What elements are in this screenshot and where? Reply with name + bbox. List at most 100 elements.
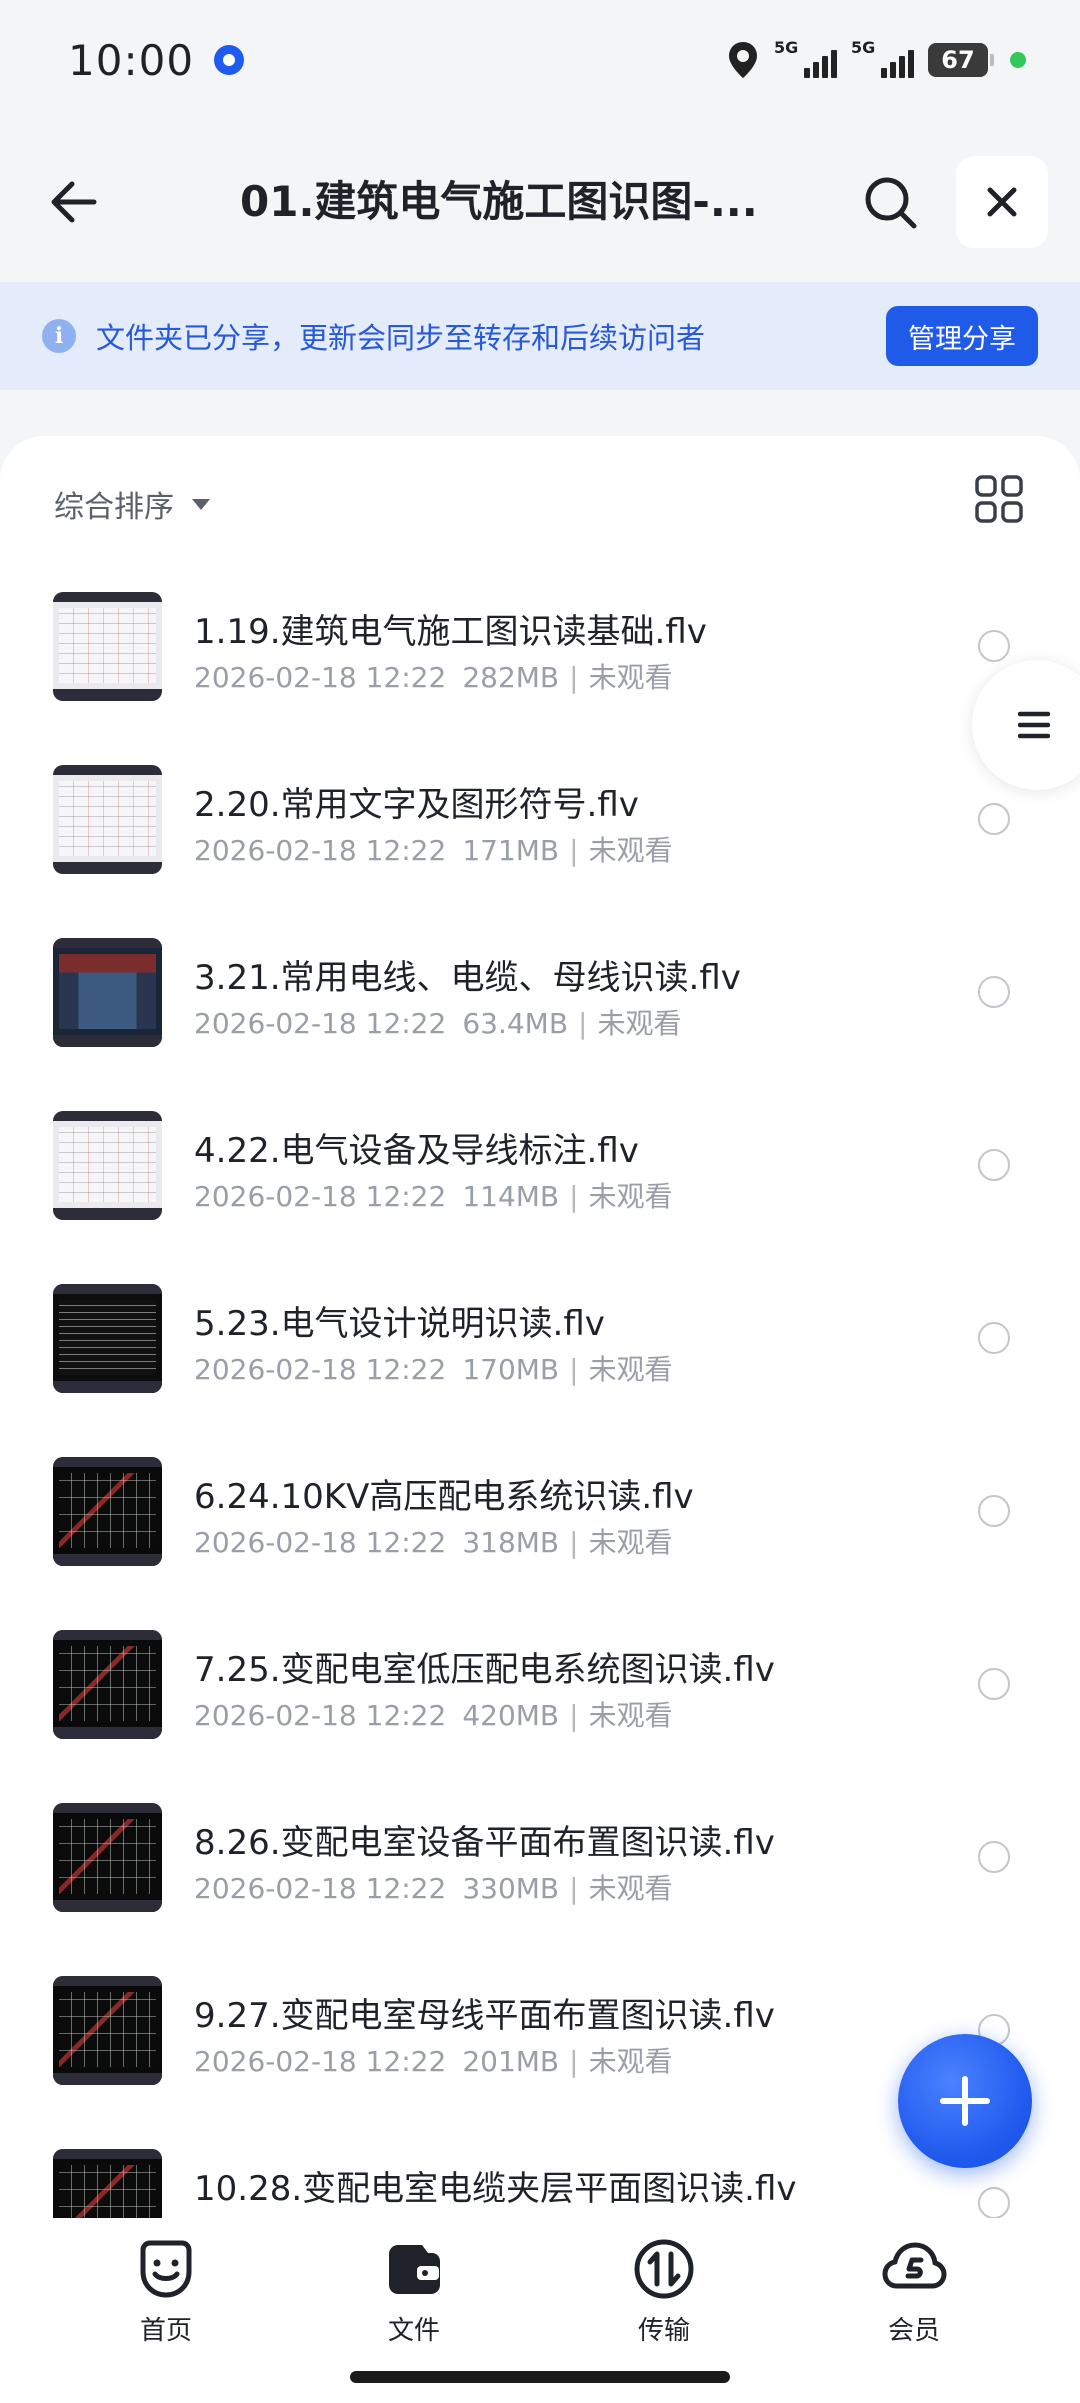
- file-name: 10.28.变配电室电缆夹层平面图识读.flv: [194, 2169, 797, 2209]
- file-name: 8.26.变配电室设备平面布置图识读.flv: [194, 1823, 775, 1863]
- watch-status: 未观看: [588, 1180, 673, 1213]
- manage-share-button[interactable]: 管理分享: [886, 306, 1038, 366]
- file-panel: 综合排序 1.19.建筑电气施工图识读基础.flv 2026-02-18 12:2…: [0, 436, 1080, 2258]
- nav-home-label: 首页: [139, 2316, 192, 2346]
- file-name: 9.27.变配电室母线平面布置图识读.flv: [194, 1996, 775, 2036]
- select-checkbox[interactable]: [978, 1668, 1010, 1700]
- select-checkbox[interactable]: [978, 2187, 1010, 2219]
- battery-icon: 67: [928, 43, 994, 77]
- grid-view-button[interactable]: [974, 474, 1024, 524]
- charging-dot-icon: [1010, 52, 1026, 68]
- file-row[interactable]: 4.22.电气设备及导线标注.flv 2026-02-18 12:22 114MB |…: [0, 1081, 1080, 1254]
- back-button[interactable]: [44, 172, 104, 232]
- meta-separator: |: [569, 2045, 579, 2078]
- wallet-file-icon: [389, 2245, 440, 2294]
- close-icon: [987, 187, 1017, 217]
- video-thumbnail: [53, 1976, 162, 2085]
- network-type-label: 5G: [851, 38, 876, 57]
- sort-label: 综合排序: [54, 490, 174, 525]
- caret-down-icon: [192, 498, 210, 510]
- nav-files-label: 文件: [387, 2316, 440, 2346]
- file-row[interactable]: 6.24.10KV高压配电系统识读.flv 2026-02-18 12:22 318…: [0, 1427, 1080, 1600]
- file-date: 2026-02-18 12:22: [194, 1353, 447, 1386]
- share-banner: i 文件夹已分享，更新会同步至转存和后续访问者 管理分享: [0, 282, 1080, 390]
- info-icon: i: [42, 319, 76, 353]
- file-size: 330MB: [462, 1872, 560, 1905]
- add-button[interactable]: [898, 2034, 1032, 2168]
- file-row[interactable]: 2.20.常用文字及图形符号.flv 2026-02-18 12:22 171MB |…: [0, 735, 1080, 908]
- meta-separator: |: [569, 1353, 579, 1386]
- file-row[interactable]: 7.25.变配电室低压配电系统图识读.flv 2026-02-18 12:22 42…: [0, 1600, 1080, 1773]
- video-thumbnail: [53, 592, 162, 701]
- plus-icon: [940, 2076, 990, 2126]
- file-size: 420MB: [462, 1699, 560, 1732]
- select-checkbox[interactable]: [978, 803, 1010, 835]
- file-meta: 2026-02-18 12:22 63.4MB | 未观看: [194, 1002, 682, 1042]
- file-name: 6.24.10KV高压配电系统识读.flv: [194, 1477, 694, 1517]
- nav-vip[interactable]: 会员: [834, 2236, 994, 2356]
- page-title: 01.建筑电气施工图识图-...: [240, 177, 758, 226]
- close-button[interactable]: [956, 156, 1048, 248]
- meta-separator: |: [569, 661, 579, 694]
- meta-separator: |: [569, 1180, 579, 1213]
- file-name: 4.22.电气设备及导线标注.flv: [194, 1131, 639, 1171]
- watch-status: 未观看: [588, 2045, 673, 2078]
- smiley-home-icon: [140, 2240, 192, 2298]
- grid-view-icon: [975, 475, 1023, 523]
- cloud-vip-icon: [882, 2242, 947, 2289]
- watch-status: 未观看: [588, 1353, 673, 1386]
- home-indicator[interactable]: [350, 2371, 730, 2383]
- back-arrow-icon: [51, 181, 97, 223]
- video-thumbnail: [53, 1111, 162, 1220]
- file-size: 201MB: [462, 2045, 560, 2078]
- file-meta: 2026-02-18 12:22 330MB | 未观看: [194, 1867, 673, 1907]
- signal-1-icon: 5G: [774, 38, 837, 78]
- file-name: 7.25.变配电室低压配电系统图识读.flv: [194, 1650, 775, 1690]
- status-time: 10:00: [68, 35, 195, 85]
- file-date: 2026-02-18 12:22: [194, 834, 447, 867]
- meta-separator: |: [569, 1699, 579, 1732]
- select-checkbox[interactable]: [978, 1322, 1010, 1354]
- select-checkbox[interactable]: [978, 976, 1010, 1008]
- file-size: 114MB: [462, 1180, 560, 1213]
- nav-transfer[interactable]: 传输: [584, 2236, 744, 2356]
- watch-status: 未观看: [597, 1007, 682, 1040]
- nav-transfer-label: 传输: [637, 2316, 690, 2346]
- video-thumbnail: [53, 1630, 162, 1739]
- search-button[interactable]: [862, 174, 920, 232]
- file-meta: 2026-02-18 12:22 171MB | 未观看: [194, 829, 673, 869]
- file-date: 2026-02-18 12:22: [194, 1180, 447, 1213]
- signal-2-icon: 5G: [851, 38, 914, 78]
- file-date: 2026-02-18 12:22: [194, 1007, 447, 1040]
- transfer-icon: [634, 2239, 694, 2299]
- meta-separator: |: [569, 834, 579, 867]
- file-meta: 2026-02-18 12:22 318MB | 未观看: [194, 1521, 673, 1561]
- status-bar: 10:00 5G 5G 67: [0, 0, 1080, 120]
- nav-files[interactable]: 文件: [334, 2236, 494, 2356]
- file-row[interactable]: 5.23.电气设计说明识读.flv 2026-02-18 12:22 170MB | 未…: [0, 1254, 1080, 1427]
- video-thumbnail: [53, 1284, 162, 1393]
- video-thumbnail: [53, 765, 162, 874]
- sort-dropdown[interactable]: 综合排序: [54, 472, 210, 536]
- file-date: 2026-02-18 12:22: [194, 661, 447, 694]
- file-date: 2026-02-18 12:22: [194, 2045, 447, 2078]
- file-date: 2026-02-18 12:22: [194, 1872, 447, 1905]
- file-row[interactable]: 1.19.建筑电气施工图识读基础.flv 2026-02-18 12:22 282M…: [0, 562, 1080, 735]
- select-checkbox[interactable]: [978, 630, 1010, 662]
- file-size: 170MB: [462, 1353, 560, 1386]
- file-size: 171MB: [462, 834, 560, 867]
- file-row[interactable]: 3.21.常用电线、电缆、母线识读.flv 2026-02-18 12:22 63.…: [0, 908, 1080, 1081]
- nav-vip-label: 会员: [887, 2316, 940, 2346]
- file-size: 318MB: [462, 1526, 560, 1559]
- select-checkbox[interactable]: [978, 1149, 1010, 1181]
- file-row[interactable]: 8.26.变配电室设备平面布置图识读.flv 2026-02-18 12:22 33…: [0, 1773, 1080, 1946]
- watch-status: 未观看: [588, 1699, 673, 1732]
- file-date: 2026-02-18 12:22: [194, 1699, 447, 1732]
- select-checkbox[interactable]: [978, 1495, 1010, 1527]
- nav-home[interactable]: 首页: [86, 2236, 246, 2356]
- file-meta: 2026-02-18 12:22 114MB | 未观看: [194, 1175, 673, 1215]
- file-list: 1.19.建筑电气施工图识读基础.flv 2026-02-18 12:22 282M…: [0, 562, 1080, 2292]
- file-name: 2.20.常用文字及图形符号.flv: [194, 785, 639, 825]
- file-date: 2026-02-18 12:22: [194, 1526, 447, 1559]
- select-checkbox[interactable]: [978, 1841, 1010, 1873]
